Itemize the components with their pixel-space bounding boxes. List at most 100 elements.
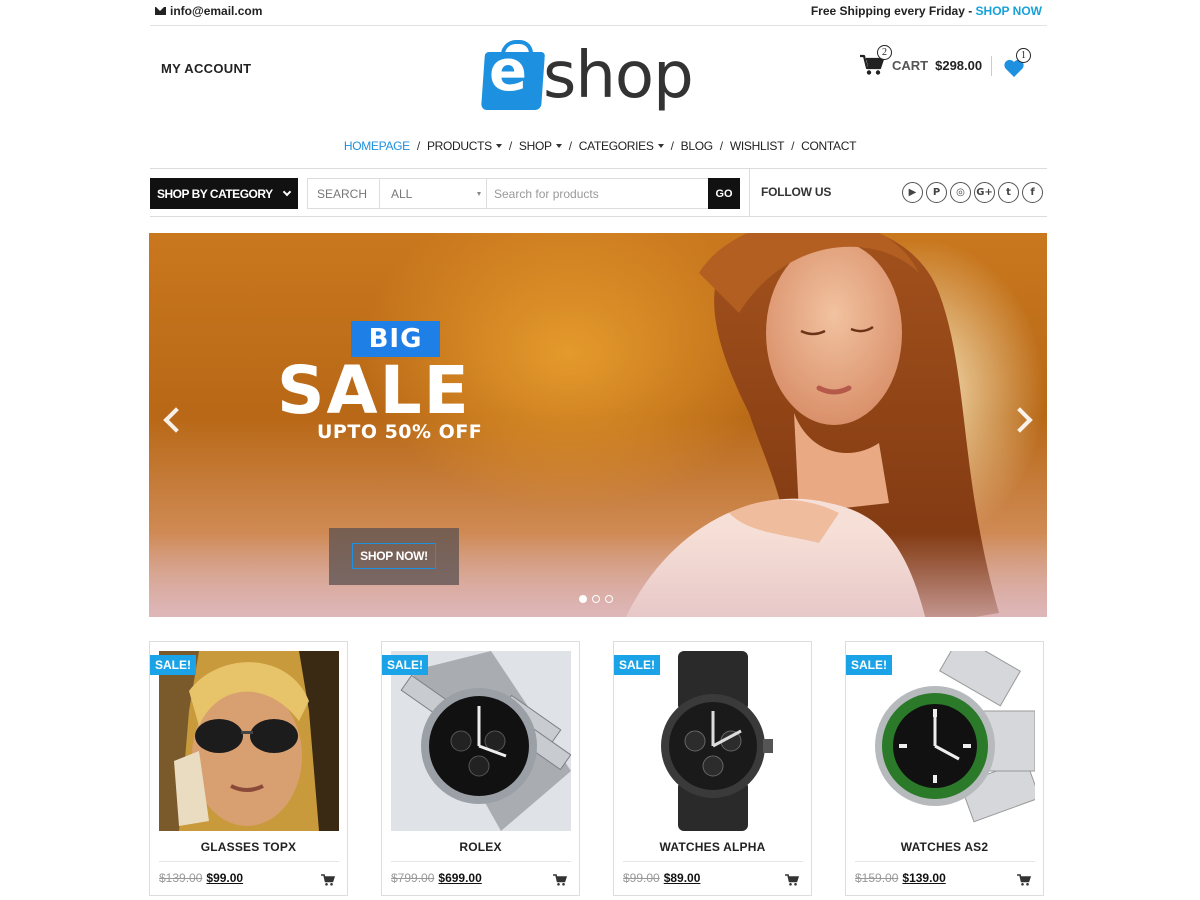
product-name[interactable]: WATCHES AS2 [846, 840, 1043, 854]
hero-blur-band [149, 533, 1047, 617]
sale-badge: SALE! [614, 655, 660, 675]
shop-now-link[interactable]: SHOP NOW [976, 4, 1042, 18]
nav-separator: / [568, 139, 572, 153]
slider-prev-arrow-icon[interactable] [163, 407, 189, 433]
product-image[interactable] [159, 651, 339, 831]
follow-us-label: FOLLOW US [761, 185, 832, 199]
nav-separator: / [719, 139, 723, 153]
instagram-icon[interactable]: ◎ [950, 182, 971, 203]
promo-text: Free Shipping every Friday - [810, 4, 976, 18]
new-price: $139.00 [902, 871, 946, 885]
nav-item-products[interactable]: PRODUCTS / [427, 139, 519, 153]
product-name[interactable]: ROLEX [382, 840, 579, 854]
nav-item-label[interactable]: WISHLIST [730, 139, 785, 153]
product-prices: $159.00 $139.00 [855, 871, 946, 885]
old-price: $139.00 [159, 871, 203, 885]
nav-item-label[interactable]: CONTACT [801, 139, 856, 153]
nav-item-categories[interactable]: CATEGORIES / [579, 139, 681, 153]
slider-dot[interactable] [592, 595, 600, 603]
product-divider [391, 861, 571, 862]
top-bar: info@email.com Free Shipping every Frida… [150, 0, 1047, 26]
nav-item-label[interactable]: SHOP [519, 139, 552, 153]
new-price: $89.00 [663, 871, 701, 885]
search-toolbar: SHOP BY CATEGORY SEARCH ALL GO FOLLOW US… [150, 168, 1047, 217]
cart-icon[interactable]: 2 [859, 45, 892, 76]
add-to-cart-icon[interactable] [1017, 874, 1031, 886]
slider-dot[interactable] [605, 595, 613, 603]
product-image[interactable] [855, 651, 1035, 831]
my-account-link[interactable]: MY ACCOUNT [161, 61, 251, 76]
main-nav: HOMEPAGE / PRODUCTS / SHOP / CATEGORIES / BLOG / W… [0, 139, 1200, 153]
nav-item-label[interactable]: HOMEPAGE [344, 139, 410, 153]
add-to-cart-icon[interactable] [785, 874, 799, 886]
nav-item-label[interactable]: PRODUCTS [427, 139, 492, 153]
youtube-icon[interactable]: ▶ [902, 182, 923, 203]
hero-subtitle: UPTO 50% OFF [317, 421, 483, 443]
nav-separator: / [508, 139, 512, 153]
product-card[interactable]: SALE! WATCHES ALPHA $99.00 $89.00 [613, 641, 812, 896]
pinterest-icon[interactable]: P [926, 182, 947, 203]
old-price: $799.00 [391, 871, 435, 885]
sale-badge: SALE! [382, 655, 428, 675]
email-contact[interactable]: info@email.com [155, 4, 262, 18]
nav-item-blog[interactable]: BLOG / [681, 139, 730, 153]
email-text[interactable]: info@email.com [170, 4, 262, 18]
product-image[interactable] [391, 651, 571, 831]
search-select-value: ALL [391, 186, 413, 201]
caret-down-icon [657, 144, 664, 148]
shop-now-button[interactable]: SHOP NOW! [352, 543, 436, 569]
cart-total: $298.00 [935, 57, 983, 73]
toolbar-divider [749, 169, 750, 216]
nav-item-homepage[interactable]: HOMEPAGE / [344, 139, 427, 153]
product-image[interactable] [623, 651, 803, 831]
product-card[interactable]: SALE! GLASSES TOPX $139.00 $99.00 [149, 641, 348, 896]
product-name[interactable]: GLASSES TOPX [150, 840, 347, 854]
category-button-label: SHOP BY CATEGORY [157, 186, 273, 201]
shop-by-category-dropdown[interactable]: SHOP BY CATEGORY [150, 178, 298, 209]
nav-item-shop[interactable]: SHOP / [519, 139, 579, 153]
caret-down-icon [495, 144, 502, 148]
caret-down-icon [477, 192, 481, 196]
cart-summary[interactable]: 2 CART $298.00 [859, 45, 983, 78]
hero-cta-panel: SHOP NOW! [329, 528, 459, 585]
nav-separator: / [670, 139, 674, 153]
nav-item-label[interactable]: CATEGORIES [579, 139, 654, 153]
eshop-logo[interactable]: e shop [480, 39, 718, 116]
product-name[interactable]: WATCHES ALPHA [614, 840, 811, 854]
twitter-icon[interactable]: t [998, 182, 1019, 203]
old-price: $99.00 [623, 871, 660, 885]
nav-item-label[interactable]: BLOG [681, 139, 713, 153]
slider-dot[interactable] [579, 595, 587, 603]
hero-slider: BIG SALE UPTO 50% OFF SHOP NOW! [149, 233, 1047, 617]
nav-separator: / [791, 139, 795, 153]
nav-item-contact[interactable]: CONTACT [801, 139, 856, 153]
logo-word: shop [543, 39, 694, 113]
add-to-cart-icon[interactable] [553, 874, 567, 886]
product-card[interactable]: SALE! ROLEX $799.00 $699.00 [381, 641, 580, 896]
wishlist-count-badge: 1 [1016, 48, 1031, 63]
search-bar: SEARCH ALL [307, 178, 740, 209]
shipping-promo: Free Shipping every Friday - SHOP NOW [811, 4, 1042, 18]
slider-dots [579, 595, 613, 603]
google-plus-icon[interactable]: G+ [974, 182, 995, 203]
product-card[interactable]: SALE! WATCHES AS2 $159.00 $139.00 [845, 641, 1044, 896]
search-input[interactable] [487, 179, 739, 208]
product-prices: $799.00 $699.00 [391, 871, 482, 885]
new-price: $699.00 [438, 871, 482, 885]
chevron-down-icon [282, 187, 292, 197]
product-grid: SALE! GLASSES TOPX $139.00 $99.00 SALE! ROLEX… [149, 641, 1047, 896]
facebook-icon[interactable]: f [1022, 182, 1043, 203]
sale-badge: SALE! [150, 655, 196, 675]
search-category-select[interactable]: ALL [380, 179, 487, 208]
cart-count-badge: 2 [877, 45, 892, 60]
search-go-button[interactable]: GO [708, 178, 740, 209]
product-prices: $139.00 $99.00 [159, 871, 243, 885]
wishlist-button[interactable]: 1 [1003, 48, 1033, 78]
new-price: $99.00 [206, 871, 244, 885]
add-to-cart-icon[interactable] [321, 874, 335, 886]
search-label: SEARCH [308, 179, 380, 208]
nav-separator: / [416, 139, 420, 153]
nav-list: HOMEPAGE / PRODUCTS / SHOP / CATEGORIES / BLOG / W… [344, 139, 857, 153]
product-divider [855, 861, 1035, 862]
nav-item-wishlist[interactable]: WISHLIST / [730, 139, 801, 153]
